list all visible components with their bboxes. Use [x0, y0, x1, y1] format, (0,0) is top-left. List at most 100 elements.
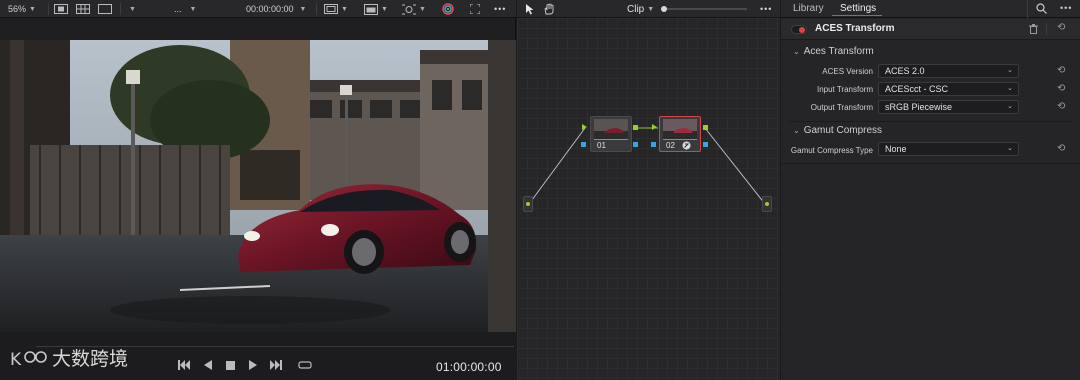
inspector-tabs: Library Settings •••	[781, 0, 1080, 18]
zoom-slider-handle[interactable]	[661, 6, 667, 12]
go-to-start-icon[interactable]	[178, 360, 190, 373]
chevron-down-icon: ▼	[299, 5, 307, 13]
aces-version-value: ACES 2.0	[885, 66, 925, 76]
section-aces-transform[interactable]: ⌄ Aces Transform	[793, 46, 874, 57]
node-02-rgb-output[interactable]	[703, 125, 708, 130]
color-wheel-icon[interactable]	[442, 0, 454, 18]
node-more-options-icon[interactable]: •••	[760, 0, 772, 18]
transform-icon[interactable]: ▼	[402, 0, 426, 18]
viewer-panel: 56% ▼ ▼ ... ▼ 00:00:00:00 ▼ ▼ ▼ ▼ ••• 01…	[0, 0, 516, 380]
gamut-compress-type-dropdown[interactable]: None ⌄	[878, 142, 1019, 156]
chevron-down-icon: ▼	[647, 5, 655, 13]
reset-input-transform-icon[interactable]: ⟲	[1057, 83, 1065, 94]
output-transform-label: Output Transform	[810, 103, 873, 112]
node-01-rgb-input[interactable]	[582, 124, 587, 130]
input-transform-value: ACEScct - CSC	[885, 84, 949, 94]
watermark-logo: K 大数跨境	[8, 344, 128, 371]
section-divider	[781, 163, 1080, 164]
overlay-icon[interactable]: ▼	[364, 0, 388, 18]
clip-mode-dropdown[interactable]: Clip ▼	[627, 0, 654, 18]
input-transform-label: Input Transform	[816, 85, 873, 94]
chevron-down-icon: ⌄	[793, 47, 800, 56]
header-timecode-value: 00:00:00:00	[246, 4, 294, 14]
header-timecode[interactable]: 00:00:00:00 ▼	[246, 0, 306, 18]
hand-tool-icon[interactable]	[543, 0, 555, 18]
play-icon[interactable]	[249, 360, 258, 373]
section-title: Aces Transform	[803, 46, 874, 57]
chevron-down-icon: ▼	[189, 5, 197, 13]
reset-effect-icon[interactable]: ⟲	[1057, 22, 1065, 33]
active-tab-indicator	[832, 15, 882, 16]
dropdown-toggle[interactable]: ▼	[126, 0, 136, 18]
reset-aces-version-icon[interactable]: ⟲	[1057, 65, 1065, 76]
effect-title: ACES Transform	[815, 23, 895, 34]
zoom-slider[interactable]	[661, 6, 747, 12]
node-01-key-output[interactable]	[633, 142, 638, 147]
aces-version-dropdown[interactable]: ACES 2.0 ⌄	[878, 64, 1019, 78]
aces-version-label: ACES Version	[822, 67, 873, 76]
fx-badge-icon	[682, 141, 691, 152]
output-node[interactable]	[762, 196, 772, 212]
chevron-down-icon: ▼	[29, 5, 36, 13]
reset-gamut-compress-icon[interactable]: ⟲	[1057, 143, 1065, 154]
output-transform-value: sRGB Piecewise	[885, 102, 953, 112]
chevron-down-icon: ▼	[419, 5, 426, 13]
chevron-down-icon: ⌄	[1007, 85, 1013, 92]
single-viewer-icon[interactable]	[54, 0, 68, 18]
node-label: 02	[666, 141, 675, 150]
reset-output-transform-icon[interactable]: ⟲	[1057, 101, 1065, 112]
pointer-tool-icon[interactable]	[525, 0, 535, 18]
chevron-down-icon: ⌄	[1007, 67, 1013, 74]
node-01-rgb-output[interactable]	[633, 125, 638, 130]
section-title: Gamut Compress	[803, 125, 883, 136]
chevron-down-icon: ⌄	[1007, 103, 1013, 110]
input-transform-dropdown[interactable]: ACEScct - CSC ⌄	[878, 82, 1019, 96]
zoom-dropdown[interactable]: 56% ▼	[8, 0, 36, 18]
chevron-down-icon: ▼	[341, 5, 348, 13]
grid-viewer-icon[interactable]	[76, 0, 90, 18]
output-transform-dropdown[interactable]: sRGB Piecewise ⌄	[878, 100, 1019, 114]
node-02-key-output[interactable]	[703, 142, 708, 147]
clip-menu-label: ...	[174, 4, 182, 14]
tab-library[interactable]: Library	[793, 3, 824, 14]
play-reverse-icon[interactable]	[204, 360, 213, 373]
effect-header: ACES Transform ⟲	[781, 19, 1080, 40]
loop-icon[interactable]	[298, 360, 312, 373]
node-thumbnail	[663, 119, 697, 139]
safe-area-icon[interactable]: ▼	[324, 0, 348, 18]
go-to-end-icon[interactable]	[270, 360, 282, 373]
svg-text:K: K	[10, 350, 22, 370]
cinema-viewer-icon[interactable]	[98, 0, 112, 18]
chevron-down-icon: ▼	[381, 5, 388, 13]
node-01-key-input[interactable]	[581, 142, 586, 147]
more-options-icon[interactable]: •••	[494, 0, 506, 18]
playhead-timecode: 01:00:00:00	[436, 360, 502, 374]
chevron-down-icon: ⌄	[793, 126, 800, 135]
fullscreen-icon[interactable]	[470, 0, 480, 18]
source-input-node[interactable]	[523, 196, 533, 212]
clip-menu[interactable]: ... ▼	[174, 0, 196, 18]
inspector-more-options-icon[interactable]: •••	[1060, 3, 1072, 13]
color-node-02[interactable]: 02	[659, 116, 701, 152]
zoom-value: 56%	[8, 4, 27, 14]
node-thumbnail	[594, 119, 628, 139]
node-toolbar: Clip ▼ •••	[517, 0, 780, 18]
effect-enable-toggle[interactable]	[791, 25, 807, 34]
viewer-toolbar: 56% ▼ ▼ ... ▼ 00:00:00:00 ▼ ▼ ▼ ▼ •••	[0, 0, 516, 18]
effects-inspector: Library Settings ••• ACES Transform ⟲ ⌄ A…	[781, 0, 1080, 380]
section-gamut-compress[interactable]: ⌄ Gamut Compress	[793, 125, 882, 136]
node-editor-panel: Clip ▼ ••• 01 02	[517, 0, 780, 380]
car-street-image	[0, 40, 516, 332]
tab-settings[interactable]: Settings	[840, 3, 876, 14]
viewer-frame	[0, 40, 516, 332]
stop-icon[interactable]	[226, 360, 235, 373]
color-node-01[interactable]: 01	[590, 116, 632, 152]
node-02-key-input[interactable]	[651, 142, 656, 147]
node-02-rgb-input[interactable]	[652, 124, 657, 130]
clip-mode-label: Clip	[627, 3, 645, 15]
section-divider	[789, 121, 1072, 122]
trash-icon[interactable]	[1029, 24, 1038, 36]
chevron-down-icon: ▼	[129, 5, 136, 13]
node-graph-canvas[interactable]: 01 02	[517, 18, 780, 380]
search-icon[interactable]	[1036, 3, 1047, 16]
